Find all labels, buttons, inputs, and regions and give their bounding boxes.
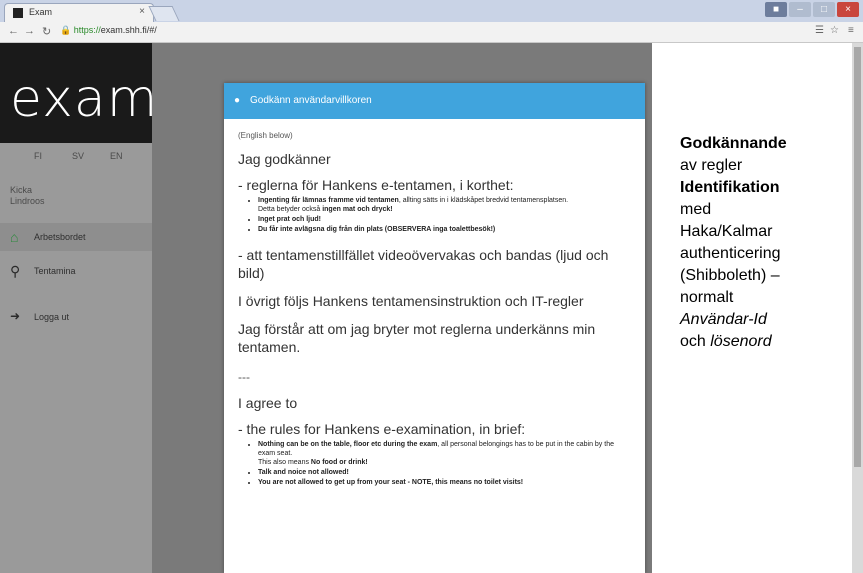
- sidebar-item-tentamina[interactable]: ⚲ Tentamina: [0, 257, 152, 285]
- browser-tab[interactable]: Exam ×: [4, 3, 154, 22]
- lang-en[interactable]: EN: [110, 151, 123, 161]
- user-name: Kicka Lindroos: [10, 185, 90, 207]
- rule-bold: No food or drink!: [310, 459, 368, 466]
- annotation-pre: och: [680, 333, 711, 350]
- tab-close-icon[interactable]: ×: [139, 6, 145, 17]
- english-below-note: (English below): [238, 131, 293, 140]
- url-field[interactable]: 🔒 https://exam.shh.fi/#/: [60, 25, 157, 36]
- minimize-button[interactable]: –: [789, 2, 811, 17]
- list-item: Ingenting får lämnas framme vid tentamen…: [258, 196, 631, 214]
- user-icon: ●: [234, 95, 241, 106]
- sv-heading: Jag godkänner: [238, 151, 331, 167]
- annotation-line: Haka/Kalmar: [680, 223, 773, 240]
- logout-icon: ➜: [10, 309, 21, 323]
- star-icon[interactable]: ☆: [830, 25, 839, 36]
- rule-text: This also means: [258, 459, 311, 466]
- user-last-name: Lindroos: [10, 196, 45, 206]
- list-item: Talk and noice not allowed!: [258, 468, 631, 477]
- rule-bold: Ingenting får lämnas framme vid tentamen: [258, 197, 399, 204]
- list-item: Inget prat och ljud!: [258, 215, 631, 224]
- annotation-line: och lösenord: [680, 331, 835, 353]
- rule-text: , allting sätts in i klädskåpet bredvid …: [398, 197, 569, 204]
- sv-video-text: - att tentamenstillfället videoövervakas…: [238, 247, 609, 281]
- lang-fi[interactable]: FI: [34, 151, 42, 161]
- list-item: You are not allowed to get up from your …: [258, 478, 631, 487]
- back-icon[interactable]: ←: [8, 25, 19, 37]
- modal-body: (English below) Jag godkänner - reglerna…: [224, 119, 645, 488]
- browser-tab-bar: Exam × ■ – □ ×: [0, 0, 863, 22]
- logo-text: exam: [10, 69, 159, 129]
- annotation-text: Godkännande av regler Identifikation med…: [680, 133, 835, 353]
- rule-text: Detta betyder också: [258, 206, 323, 213]
- annotation-ital: lösenord: [710, 333, 772, 350]
- sidebar-item-label: Logga ut: [34, 312, 70, 322]
- annotation-line: authenticering: [680, 245, 781, 262]
- window-controls: ■ – □ ×: [765, 2, 859, 17]
- annotation-line: (Shibboleth) –: [680, 267, 780, 284]
- sidebar-item-label: Arbetsbordet: [34, 232, 86, 242]
- close-window-button[interactable]: ×: [837, 2, 859, 17]
- en-rules-list: Nothing can be on the table, floor etc d…: [238, 440, 631, 487]
- sv-other-text: I övrigt följs Hankens tentamensinstrukt…: [238, 293, 584, 309]
- sidebar-item-logga-ut[interactable]: ➜ Logga ut: [0, 303, 152, 331]
- lang-sv[interactable]: SV: [72, 151, 84, 161]
- sidebar-item-arbetsbordet[interactable]: ⌂ Arbetsbordet: [0, 223, 152, 251]
- favicon-icon: [13, 8, 23, 18]
- sidebar-item-label: Tentamina: [34, 266, 76, 276]
- user-first-name: Kicka: [10, 185, 33, 195]
- separator-text: ---: [238, 370, 250, 384]
- scrollbar[interactable]: [852, 43, 863, 573]
- forward-icon[interactable]: →: [24, 25, 35, 37]
- annotation-line: av regler: [680, 157, 743, 174]
- maximize-button[interactable]: □: [813, 2, 835, 17]
- en-heading: I agree to: [238, 395, 298, 411]
- annotation-line: normalt: [680, 289, 734, 306]
- en-rules-heading: - the rules for Hankens e-examination, i…: [238, 421, 526, 437]
- user-icon[interactable]: ■: [765, 2, 787, 17]
- terms-modal: ● Godkänn användarvillkoren (English bel…: [224, 83, 645, 573]
- modal-title: Godkänn användarvillkoren: [250, 95, 372, 106]
- annotation-line: med: [680, 201, 712, 218]
- annotation-line: Godkännande: [680, 135, 787, 152]
- tab-title: Exam: [29, 7, 53, 17]
- sv-rules-list: Ingenting får lämnas framme vid tentamen…: [238, 196, 631, 234]
- sidebar: exam FI SV EN Kicka Lindroos ⌂ Arbetsbor…: [0, 43, 157, 573]
- filter-icon[interactable]: ☰: [815, 25, 824, 36]
- logo: exam: [0, 43, 157, 143]
- list-item: Du får inte avlägsna dig från din plats …: [258, 225, 631, 234]
- lock-icon: 🔒: [60, 25, 72, 35]
- sv-rules-heading: - reglerna för Hankens e-tentamen, i kor…: [238, 177, 514, 193]
- list-item: Nothing can be on the table, floor etc d…: [258, 440, 631, 467]
- search-icon: ⚲: [10, 263, 21, 279]
- url-https: https://: [73, 25, 101, 35]
- menu-icon[interactable]: ≡: [848, 25, 854, 36]
- annotation-line: Användar-Id: [680, 311, 767, 328]
- address-bar: ← → ↻ 🔒 https://exam.shh.fi/#/ ☰ ☆ ≡: [0, 22, 863, 43]
- home-icon: ⌂: [10, 229, 19, 245]
- rule-bold: ingen mat och dryck!: [322, 206, 393, 213]
- sv-fail-text: Jag förstår att om jag bryter mot regler…: [238, 321, 596, 355]
- modal-header: ● Godkänn användarvillkoren: [224, 83, 645, 119]
- rule-bold: Nothing can be on the table, floor etc d…: [258, 441, 438, 448]
- annotation-line: Identifikation: [680, 179, 780, 196]
- reload-icon[interactable]: ↻: [42, 25, 51, 38]
- url-rest: exam.shh.fi/#/: [100, 25, 157, 35]
- scrollbar-thumb[interactable]: [854, 47, 861, 467]
